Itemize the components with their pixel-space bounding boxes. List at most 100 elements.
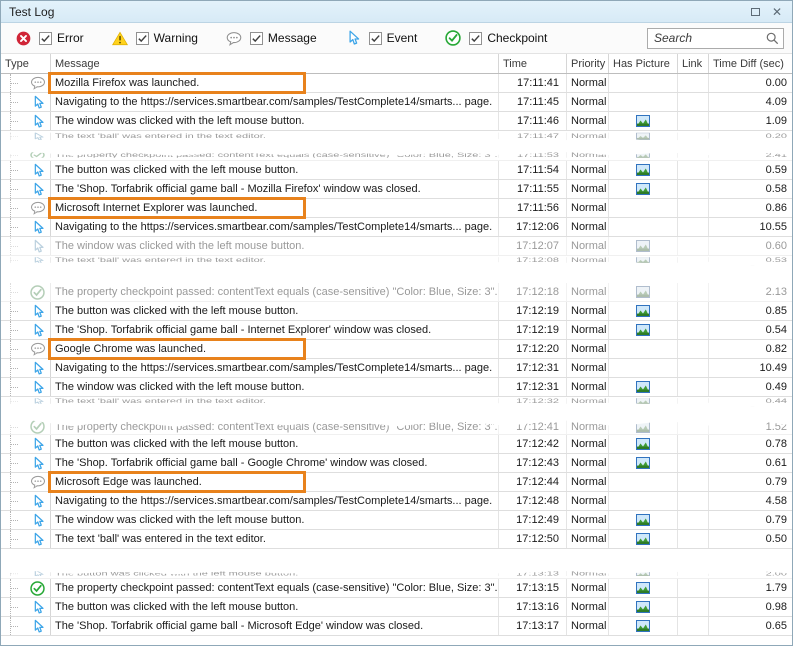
time-cell: 17:11:53 [499, 152, 567, 158]
log-row[interactable]: The 'Shop. Torfabrik official game ball … [1, 321, 792, 340]
log-row[interactable]: The text 'ball' was entered in the text … [1, 256, 792, 266]
picture-icon[interactable] [636, 381, 650, 393]
maximize-button[interactable] [746, 4, 764, 20]
time-cell: 17:12:07 [499, 237, 567, 255]
column-header-time-diff[interactable]: Time Diff (sec) [709, 54, 792, 73]
close-button[interactable]: ✕ [768, 4, 786, 20]
message-cell: The 'Shop. Torfabrik official game ball … [51, 321, 499, 339]
event-checkbox[interactable] [369, 32, 382, 45]
picture-icon[interactable] [636, 438, 650, 450]
picture-icon[interactable] [636, 115, 650, 127]
priority-cell: Normal [567, 530, 609, 548]
picture-icon[interactable] [636, 421, 650, 433]
search-input[interactable] [647, 28, 784, 49]
picture-icon[interactable] [636, 571, 650, 576]
event-icon [25, 380, 50, 395]
column-header-time[interactable]: Time [499, 54, 567, 73]
log-row[interactable]: The 'Shop. Torfabrik official game ball … [1, 454, 792, 473]
picture-icon[interactable] [636, 324, 650, 336]
time-diff-cell: 10.49 [709, 359, 792, 377]
time-diff-cell: 0.58 [709, 180, 792, 198]
priority-cell: Normal [567, 237, 609, 255]
column-header-priority[interactable]: Priority [567, 54, 609, 73]
time-diff-cell: 0.00 [709, 74, 792, 92]
filter-event[interactable]: Event [345, 30, 418, 46]
picture-icon[interactable] [636, 620, 650, 632]
filter-message-label: Message [268, 31, 317, 45]
type-cell [1, 530, 51, 548]
column-header-message[interactable]: Message [51, 54, 499, 73]
picture-icon[interactable] [636, 152, 650, 158]
event-icon [25, 163, 50, 178]
log-row[interactable]: The 'Shop. Torfabrik official game ball … [1, 180, 792, 199]
log-row[interactable]: The button was clicked with the left mou… [1, 570, 792, 579]
log-row[interactable]: Microsoft Internet Explorer was launched… [1, 199, 792, 218]
log-row[interactable]: The property checkpoint passed: contentT… [1, 151, 792, 161]
filter-warning[interactable]: Warning [112, 30, 198, 46]
log-row[interactable]: Navigating to the https://services.smart… [1, 492, 792, 511]
column-header-link[interactable]: Link [678, 54, 709, 73]
priority-cell: Normal [567, 359, 609, 377]
picture-icon[interactable] [636, 164, 650, 176]
tree-gutter [1, 378, 25, 396]
message-cell: The property checkpoint passed: contentT… [51, 419, 499, 434]
column-header-type[interactable]: Type [1, 54, 51, 73]
log-row[interactable]: Navigating to the https://services.smart… [1, 218, 792, 237]
picture-icon[interactable] [636, 240, 650, 252]
picture-icon[interactable] [636, 457, 650, 469]
log-row[interactable]: Navigating to the https://services.smart… [1, 359, 792, 378]
picture-icon[interactable] [636, 398, 650, 404]
warning-checkbox[interactable] [136, 32, 149, 45]
log-row[interactable]: The property checkpoint passed: contentT… [1, 419, 792, 435]
log-row[interactable]: The text 'ball' was entered in the text … [1, 397, 792, 407]
log-row[interactable]: The window was clicked with the left mou… [1, 237, 792, 256]
picture-icon[interactable] [636, 286, 650, 298]
filter-message[interactable]: Message [226, 30, 317, 46]
picture-icon[interactable] [636, 133, 650, 140]
log-row[interactable]: The button was clicked with the left mou… [1, 302, 792, 321]
log-row[interactable]: Google Chrome was launched.17:12:20Norma… [1, 340, 792, 359]
log-row[interactable]: The button was clicked with the left mou… [1, 161, 792, 180]
log-row[interactable]: Navigating to the https://services.smart… [1, 93, 792, 112]
type-cell [1, 340, 51, 358]
time-diff-cell: 1.09 [709, 112, 792, 130]
filter-error[interactable]: Error [15, 30, 84, 46]
log-row[interactable]: The property checkpoint passed: contentT… [1, 283, 792, 302]
message-cell: Microsoft Internet Explorer was launched… [51, 199, 499, 217]
log-row[interactable]: The text 'ball' was entered in the text … [1, 131, 792, 144]
log-row[interactable]: The window was clicked with the left mou… [1, 378, 792, 397]
log-row[interactable]: The property checkpoint passed: contentT… [1, 579, 792, 598]
log-row[interactable]: The 'Shop. Torfabrik official game ball … [1, 617, 792, 636]
event-icon [25, 456, 50, 471]
log-row[interactable]: Mozilla Firefox was launched.17:11:41Nor… [1, 74, 792, 93]
has-picture-cell [609, 257, 678, 263]
picture-icon[interactable] [636, 257, 650, 263]
log-row[interactable]: The button was clicked with the left mou… [1, 598, 792, 617]
message-icon [25, 475, 50, 489]
picture-icon[interactable] [636, 601, 650, 613]
log-row[interactable]: The window was clicked with the left mou… [1, 112, 792, 131]
message-cell: The text 'ball' was entered in the text … [51, 133, 499, 140]
has-picture-cell [609, 133, 678, 140]
search-icon [766, 32, 779, 45]
picture-icon[interactable] [636, 582, 650, 594]
log-row[interactable]: The button was clicked with the left mou… [1, 435, 792, 454]
filter-checkpoint[interactable]: Checkpoint [445, 30, 547, 46]
picture-icon[interactable] [636, 533, 650, 545]
picture-icon[interactable] [636, 305, 650, 317]
log-row[interactable]: Microsoft Edge was launched.17:12:44Norm… [1, 473, 792, 492]
message-checkbox[interactable] [250, 32, 263, 45]
log-row[interactable]: The text 'ball' was entered in the text … [1, 530, 792, 549]
column-header-has-picture[interactable]: Has Picture [609, 54, 678, 73]
tree-gutter [1, 283, 25, 301]
picture-icon[interactable] [636, 183, 650, 195]
log-row[interactable]: The window was clicked with the left mou… [1, 511, 792, 530]
torn-edge-gap [1, 144, 792, 151]
time-cell: 17:12:08 [499, 257, 567, 263]
error-checkbox[interactable] [39, 32, 52, 45]
link-cell [678, 257, 709, 263]
message-cell: The 'Shop. Torfabrik official game ball … [51, 454, 499, 472]
time-cell: 17:12:42 [499, 435, 567, 453]
checkpoint-checkbox[interactable] [469, 32, 482, 45]
picture-icon[interactable] [636, 514, 650, 526]
